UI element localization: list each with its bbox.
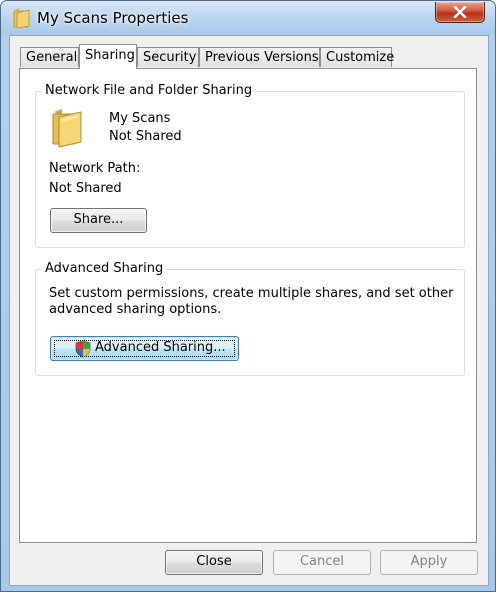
dialog-client-area: General Sharing Security Previous Versio… — [9, 35, 489, 586]
share-status: Not Shared — [109, 129, 182, 144]
folder-icon — [13, 8, 30, 29]
apply-button[interactable]: Apply — [380, 550, 478, 575]
tab-sharing[interactable]: Sharing — [79, 44, 137, 69]
tab-general[interactable]: General — [20, 47, 79, 67]
tab-previous-versions[interactable]: Previous Versions — [199, 47, 320, 67]
advanced-sharing-group: Advanced Sharing Set custom permissions,… — [35, 261, 465, 376]
cancel-button-label: Cancel — [299, 554, 345, 569]
tab-previous-versions-label: Previous Versions — [205, 50, 319, 65]
network-path-value: Not Shared — [49, 181, 122, 196]
cancel-button[interactable]: Cancel — [273, 550, 371, 575]
apply-button-label: Apply — [410, 554, 448, 569]
folder-icon — [52, 109, 82, 148]
tab-customize-label: Customize — [326, 50, 395, 65]
share-button[interactable]: Share... — [50, 208, 147, 233]
close-icon — [453, 6, 467, 18]
close-button-label: Close — [196, 554, 232, 569]
tab-sharing-label: Sharing — [85, 48, 135, 63]
tab-security[interactable]: Security — [137, 47, 199, 67]
advanced-sharing-description-line2: advanced sharing options. — [49, 302, 222, 317]
title-bar[interactable]: My Scans Properties — [1, 1, 495, 35]
close-window-button[interactable] — [435, 2, 485, 23]
tab-customize[interactable]: Customize — [320, 47, 395, 67]
close-button[interactable]: Close — [165, 550, 263, 575]
network-path-label: Network Path: — [49, 161, 141, 176]
advanced-sharing-button[interactable]: Advanced Sharing... — [50, 336, 239, 361]
tab-general-label: General — [26, 50, 78, 65]
tab-security-label: Security — [143, 50, 197, 65]
share-button-label: Share... — [73, 212, 124, 227]
advanced-sharing-group-label: Advanced Sharing — [42, 261, 167, 277]
advanced-sharing-description-line1: Set custom permissions, create multiple … — [49, 286, 454, 301]
advanced-sharing-button-label: Advanced Sharing... — [95, 340, 226, 355]
network-sharing-group-label: Network File and Folder Sharing — [42, 83, 256, 99]
uac-shield-icon — [75, 340, 91, 358]
folder-name: My Scans — [109, 111, 171, 126]
sharing-tab-pane: Network File and Folder Sharing My Scans… — [19, 68, 477, 543]
properties-window: My Scans Properties General Sharing Secu… — [0, 0, 496, 592]
network-sharing-group: Network File and Folder Sharing My Scans… — [35, 83, 465, 248]
window-title: My Scans Properties — [37, 9, 189, 27]
